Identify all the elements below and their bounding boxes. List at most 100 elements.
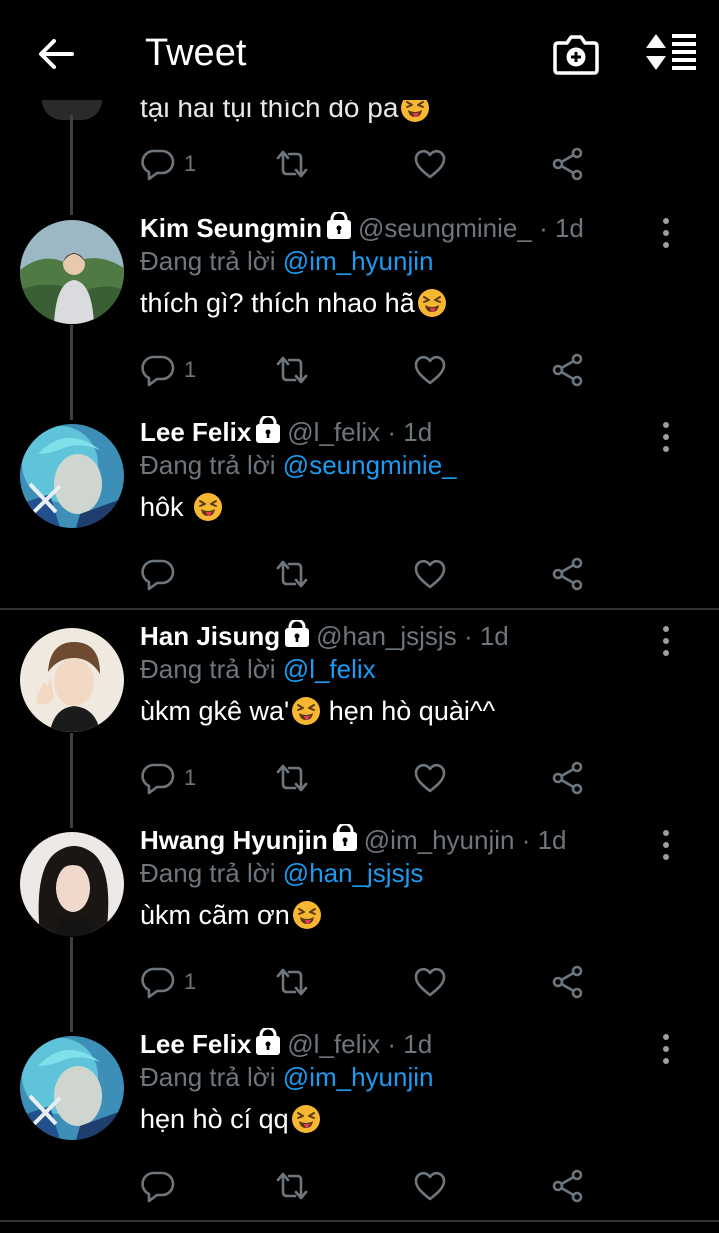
like-button[interactable]	[412, 1168, 448, 1204]
share-icon	[550, 556, 586, 592]
username[interactable]: @seungminie_	[358, 213, 532, 243]
share-icon	[550, 1168, 586, 1204]
tweet-header: Lee Felix @l_felix · 1d	[140, 416, 432, 448]
display-name[interactable]: Han Jisung	[140, 621, 280, 651]
like-button[interactable]	[412, 556, 448, 592]
more-vertical-icon[interactable]	[654, 420, 678, 454]
retweet-button[interactable]	[274, 146, 310, 182]
lock-icon	[255, 1028, 281, 1056]
tweet-header: Han Jisung @han_jsjsjs · 1d	[140, 620, 509, 652]
tweet[interactable]: Lee Felix @l_felix · 1d Đang trả lời @seu…	[0, 410, 719, 614]
mention-link[interactable]: @han_jsjsjs	[283, 858, 424, 888]
tweet-actions: 1	[140, 146, 590, 186]
avatar[interactable]	[20, 1036, 124, 1140]
tweet-actions: 1	[140, 760, 590, 800]
retweet-icon	[274, 760, 310, 796]
share-button[interactable]	[550, 1168, 586, 1204]
avatar[interactable]	[20, 832, 124, 936]
tweet-text: ùkm gkê wa' hẹn hò quài^^	[140, 696, 496, 726]
username[interactable]: @l_felix	[287, 417, 380, 447]
username[interactable]: @han_jsjsjs	[316, 621, 457, 651]
share-button[interactable]	[550, 556, 586, 592]
mention-link[interactable]: @seungminie_	[283, 450, 457, 480]
username[interactable]: @l_felix	[287, 1029, 380, 1059]
avatar[interactable]	[20, 424, 124, 528]
share-button[interactable]	[550, 964, 586, 1000]
more-vertical-icon[interactable]	[654, 828, 678, 862]
tweet[interactable]: Lee Felix @l_felix · 1d Đang trả lời @im_…	[0, 1022, 719, 1226]
like-button[interactable]	[412, 964, 448, 1000]
retweet-button[interactable]	[274, 1168, 310, 1204]
sort-icon[interactable]	[644, 32, 700, 76]
mention-link[interactable]: @im_hyunjin	[283, 246, 434, 276]
tweet-actions: 1	[140, 964, 590, 1004]
display-name[interactable]: Hwang Hyunjin	[140, 825, 328, 855]
reply-count: 1	[184, 357, 197, 382]
timestamp: · 1d	[387, 417, 433, 447]
partial-tweet[interactable]: tại hai tụi thích dó pa 1	[0, 100, 719, 200]
timestamp: · 1d	[539, 213, 584, 243]
tweet-text: ùkm cãm ơn	[140, 900, 322, 931]
tweet[interactable]: Hwang Hyunjin @im_hyunjin · 1d Đang trả l…	[0, 818, 719, 1022]
more-vertical-icon[interactable]	[654, 1032, 678, 1066]
display-name[interactable]: Lee Felix	[140, 1029, 251, 1059]
tweet-text: tại hai tụi thích dó pa	[140, 100, 430, 124]
avatar[interactable]	[20, 220, 124, 324]
reply-icon	[140, 352, 176, 388]
tweet-text: thích gì? thích nhao hã	[140, 288, 447, 319]
like-button[interactable]	[412, 760, 448, 796]
reply-button[interactable]	[140, 1168, 184, 1204]
camera-plus-icon[interactable]	[552, 32, 600, 76]
reply-button[interactable]: 1	[140, 352, 196, 388]
like-button[interactable]	[412, 352, 448, 388]
replying-to: Đang trả lời @seungminie_	[140, 450, 457, 480]
tweet-text: hẹn hò cí qq	[140, 1104, 321, 1135]
like-icon	[412, 1168, 448, 1204]
tweet[interactable]: Kim Seungmin @seungminie_ · 1d Đang trả l…	[0, 206, 719, 410]
more-vertical-icon[interactable]	[654, 216, 678, 250]
lock-icon	[255, 416, 281, 444]
reply-button[interactable]: 1	[140, 964, 196, 1000]
retweet-button[interactable]	[274, 964, 310, 1000]
reply-icon	[140, 964, 176, 1000]
replying-to: Đang trả lời @im_hyunjin	[140, 246, 434, 276]
share-button[interactable]	[550, 352, 586, 388]
thread-line	[70, 115, 73, 215]
like-icon	[412, 760, 448, 796]
back-arrow-icon[interactable]	[34, 32, 78, 76]
top-app-bar: Tweet	[0, 0, 719, 100]
retweet-button[interactable]	[274, 556, 310, 592]
like-icon	[412, 964, 448, 1000]
retweet-icon	[274, 964, 310, 1000]
more-vertical-icon[interactable]	[654, 624, 678, 658]
display-name[interactable]: Lee Felix	[140, 417, 251, 447]
reply-button[interactable]	[140, 556, 184, 592]
display-name[interactable]: Kim Seungmin	[140, 213, 322, 243]
username[interactable]: @im_hyunjin	[364, 825, 515, 855]
tweet-header: Kim Seungmin @seungminie_ · 1d	[140, 212, 584, 244]
reply-button[interactable]: 1	[140, 146, 196, 182]
tweet-header: Lee Felix @l_felix · 1d	[140, 1028, 432, 1060]
timestamp: · 1d	[463, 621, 509, 651]
reply-button[interactable]: 1	[140, 760, 196, 796]
timestamp: · 1d	[521, 825, 567, 855]
share-button[interactable]	[550, 760, 586, 796]
lock-icon	[326, 212, 352, 240]
share-icon	[550, 352, 586, 388]
retweet-button[interactable]	[274, 352, 310, 388]
lock-icon	[332, 824, 358, 852]
mention-link[interactable]: @l_felix	[283, 654, 376, 684]
retweet-button[interactable]	[274, 760, 310, 796]
like-button[interactable]	[412, 146, 448, 182]
squinting-tongue-emoji	[193, 492, 223, 522]
timestamp: · 1d	[387, 1029, 433, 1059]
replying-to: Đang trả lời @han_jsjsjs	[140, 858, 424, 888]
retweet-icon	[274, 352, 310, 388]
retweet-icon	[274, 1168, 310, 1204]
share-icon	[550, 146, 586, 182]
mention-link[interactable]: @im_hyunjin	[283, 1062, 434, 1092]
share-button[interactable]	[550, 146, 586, 182]
avatar[interactable]	[20, 628, 124, 732]
reply-count: 1	[184, 969, 197, 994]
tweet[interactable]: Han Jisung @han_jsjsjs · 1d Đang trả lời …	[0, 614, 719, 818]
